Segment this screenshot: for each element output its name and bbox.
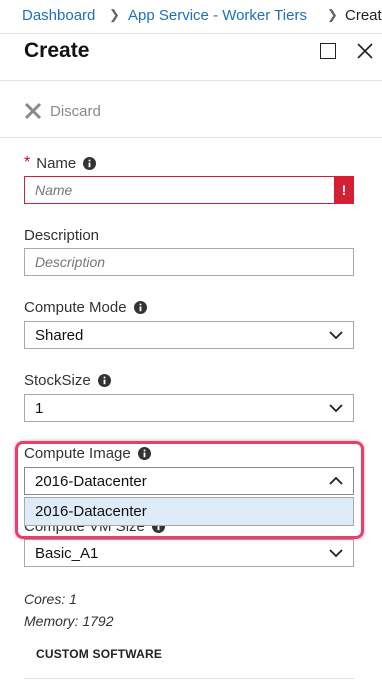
divider	[24, 678, 354, 679]
breadcrumb-worker-tiers[interactable]: App Service - Worker Tiers	[128, 7, 307, 24]
compute-mode-label-text: Compute Mode	[24, 299, 127, 316]
compute-vm-size-select[interactable]: Basic_A1	[24, 539, 354, 567]
page-title: Create	[24, 39, 90, 62]
breadcrumb: Dashboard ❯ App Service - Worker Tiers ❯…	[0, 0, 382, 34]
breadcrumb-current: Create	[345, 7, 382, 24]
compute-mode-select[interactable]: Shared	[24, 321, 354, 349]
stock-size-select[interactable]: 1	[24, 394, 354, 422]
required-mark: *	[24, 154, 31, 171]
description-label: Description	[24, 227, 100, 244]
chevron-down-icon	[329, 549, 343, 558]
info-icon[interactable]	[137, 447, 151, 460]
info-icon[interactable]	[97, 374, 111, 387]
description-input[interactable]: Description	[24, 248, 354, 276]
chevron-down-icon	[329, 331, 343, 340]
name-label-text: Name	[36, 154, 77, 172]
chevron-down-icon	[329, 404, 343, 413]
stock-size-label-text: StockSize	[24, 372, 91, 389]
divider	[0, 80, 382, 81]
custom-software-heading[interactable]: CUSTOM SOFTWARE	[36, 647, 162, 661]
compute-image-label: Compute Image	[24, 445, 151, 462]
discard-button[interactable]: Discard	[24, 99, 101, 123]
name-placeholder: Name	[35, 182, 73, 198]
compute-mode-value: Shared	[35, 326, 84, 344]
divider	[0, 33, 382, 34]
name-label: * Name	[24, 154, 97, 172]
compute-image-label-text: Compute Image	[24, 445, 131, 462]
discard-label: Discard	[50, 102, 101, 120]
stock-size-value: 1	[35, 399, 44, 417]
chevron-right-icon: ❯	[327, 7, 338, 22]
close-icon[interactable]	[356, 42, 374, 60]
info-icon[interactable]	[133, 301, 147, 314]
stock-size-label: StockSize	[24, 372, 111, 389]
chevron-up-icon	[329, 476, 343, 485]
compute-image-value: 2016-Datacenter	[35, 472, 147, 490]
divider	[0, 137, 382, 138]
compute-image-select[interactable]: 2016-Datacenter	[24, 467, 354, 495]
cores-text: Cores: 1	[24, 591, 77, 607]
description-placeholder: Description	[35, 254, 106, 270]
compute-vm-size-value: Basic_A1	[35, 544, 99, 562]
chevron-right-icon: ❯	[109, 7, 120, 22]
breadcrumb-dashboard[interactable]: Dashboard	[22, 7, 95, 24]
compute-image-option[interactable]: 2016-Datacenter	[24, 497, 354, 526]
name-input[interactable]: Name !	[24, 176, 354, 204]
memory-text: Memory: 1792	[24, 613, 114, 629]
maximize-icon[interactable]	[320, 43, 336, 59]
compute-image-option-label: 2016-Datacenter	[35, 503, 147, 520]
compute-mode-label: Compute Mode	[24, 299, 147, 316]
close-icon	[24, 102, 42, 120]
error-icon: !	[334, 176, 354, 204]
info-icon[interactable]	[83, 156, 97, 170]
